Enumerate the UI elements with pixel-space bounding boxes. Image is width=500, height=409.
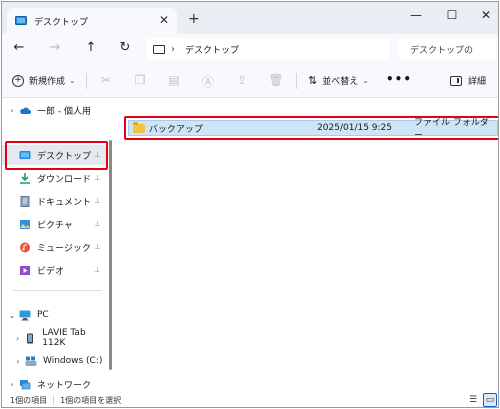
navigation-bar: ← → ↑ ↻ › デスクトップ デスクトップの	[2, 34, 498, 64]
chevron-right-icon[interactable]: ›	[11, 357, 25, 366]
status-divider	[53, 396, 55, 405]
search-placeholder: デスクトップの	[410, 45, 474, 56]
chevron-down-icon: ⌄	[69, 76, 76, 85]
sidebar-item-label: ドキュメント	[37, 197, 92, 208]
sort-button[interactable]: ⇅ 並べ替え ⌄	[308, 74, 369, 87]
music-icon	[20, 242, 30, 252]
plus-icon: +	[12, 74, 24, 87]
chevron-down-icon: ⌄	[362, 76, 369, 85]
sidebar-item-videos[interactable]: ビデオ ⟂	[2, 260, 108, 280]
drive-icon	[25, 356, 37, 366]
more-options-button[interactable]: •••	[386, 72, 412, 86]
chevron-right-icon[interactable]: ›	[5, 380, 19, 389]
pin-icon: ⟂	[94, 265, 100, 274]
chevron-down-icon[interactable]: ⌄	[5, 311, 19, 320]
explorer-window: デスクトップ ✕ + — ☐ ✕ ← → ↑ ↻ › デスクトップ デスクトップ…	[1, 1, 499, 408]
minimize-button[interactable]: —	[406, 8, 426, 22]
sidebar-item-label: ネットワーク	[37, 380, 92, 391]
close-tab-icon[interactable]: ✕	[159, 13, 169, 27]
new-button[interactable]: + 新規作成 ⌄	[12, 74, 76, 87]
sidebar-item-label: ビデオ	[37, 266, 65, 277]
sidebar-item-lavie-tab[interactable]: › LAVIE Tab 112K	[2, 328, 108, 348]
paste-icon[interactable]: ▤	[166, 73, 182, 87]
details-view-icon[interactable]: ☰	[466, 393, 480, 407]
tab-title: デスクトップ	[34, 17, 89, 28]
maximize-button[interactable]: ☐	[442, 8, 462, 22]
video-icon	[20, 265, 30, 275]
document-icon	[20, 195, 30, 207]
sidebar-item-label: PC	[37, 310, 49, 320]
details-button[interactable]: 詳細	[450, 74, 486, 87]
address-bar[interactable]: › デスクトップ	[147, 38, 389, 60]
network-icon	[20, 379, 31, 389]
file-list: バックアップ 2025/01/15 9:25 ファイル フォルダー	[116, 98, 498, 392]
close-window-button[interactable]: ✕	[476, 8, 496, 22]
sidebar-item-windows-c[interactable]: › Windows (C:)	[2, 351, 108, 371]
pc-icon	[19, 310, 31, 320]
sidebar-item-label: ダウンロード	[37, 174, 92, 185]
new-label: 新規作成	[29, 77, 66, 87]
status-bar: 1個の項目 1個の項目を選択 ☰ ▭	[2, 392, 498, 407]
sort-icon: ⇅	[308, 74, 318, 87]
sidebar-item-label: 一郎 - 個人用	[37, 106, 91, 117]
sidebar-item-label: ミュージック	[37, 243, 91, 254]
new-tab-button[interactable]: +	[188, 11, 200, 27]
cut-icon[interactable]: ✂	[98, 73, 114, 87]
sidebar-item-documents[interactable]: ドキュメント ⟂	[2, 191, 108, 211]
title-bar: デスクトップ ✕ + — ☐ ✕	[2, 2, 498, 34]
tablet-icon	[27, 333, 34, 343]
address-location[interactable]: デスクトップ	[185, 43, 239, 56]
pc-icon	[153, 44, 165, 54]
item-count: 1個の項目	[10, 396, 48, 405]
pin-icon: ⟂	[94, 196, 100, 205]
details-label: 詳細	[468, 77, 487, 87]
sidebar-item-pictures[interactable]: ピクチャ ⟂	[2, 214, 108, 234]
command-bar: + 新規作成 ⌄ ✂ ❐ ▤ Ⓐ ⇪ 🗑 ⇅ 並べ替え ⌄ ••• 詳細	[2, 64, 498, 98]
search-input[interactable]: デスクトップの	[398, 38, 496, 60]
sidebar-item-network[interactable]: › ネットワーク	[2, 374, 108, 394]
toolbar-divider	[86, 73, 87, 89]
sidebar-item-downloads[interactable]: ダウンロード ⟂	[2, 168, 108, 188]
pictures-icon	[20, 219, 30, 229]
toolbar-divider	[296, 73, 297, 89]
highlight-desktop-item	[5, 141, 108, 170]
download-icon	[20, 172, 30, 184]
selection-count: 1個の項目を選択	[60, 396, 122, 405]
chevron-right-icon[interactable]: ›	[5, 106, 19, 115]
pin-icon: ⟂	[94, 219, 100, 228]
desktop-icon	[15, 16, 27, 25]
sort-label: 並べ替え	[322, 77, 359, 87]
pin-icon: ⟂	[94, 242, 100, 251]
delete-icon[interactable]: 🗑	[268, 73, 284, 87]
sidebar-item-label: ピクチャ	[37, 220, 73, 231]
chevron-right-icon: ›	[171, 43, 175, 55]
highlight-file-row	[124, 116, 498, 140]
cloud-icon	[20, 107, 31, 114]
chevron-right-icon[interactable]: ›	[11, 334, 24, 343]
sidebar-divider	[12, 290, 102, 291]
sidebar-item-label: LAVIE Tab 112K	[42, 328, 86, 348]
tiles-view-icon[interactable]: ▭	[483, 393, 497, 407]
sidebar-item-pc[interactable]: ⌄ PC	[2, 305, 108, 325]
sidebar-item-onedrive[interactable]: › 一郎 - 個人用	[2, 100, 108, 120]
back-button[interactable]: ←	[10, 40, 28, 55]
pin-icon: ⟂	[94, 173, 100, 182]
forward-button[interactable]: →	[46, 40, 64, 55]
rename-icon[interactable]: Ⓐ	[200, 73, 216, 90]
share-icon[interactable]: ⇪	[234, 73, 250, 87]
up-button[interactable]: ↑	[82, 40, 100, 55]
details-pane-icon	[450, 75, 462, 86]
copy-icon[interactable]: ❐	[132, 73, 148, 87]
sidebar-item-label: Windows (C:)	[43, 356, 103, 366]
sidebar-scrollbar[interactable]	[109, 140, 112, 370]
refresh-button[interactable]: ↻	[116, 40, 134, 55]
sidebar-item-music[interactable]: ミュージック ⟂	[2, 237, 108, 257]
tab-desktop[interactable]: デスクトップ ✕	[7, 8, 177, 34]
